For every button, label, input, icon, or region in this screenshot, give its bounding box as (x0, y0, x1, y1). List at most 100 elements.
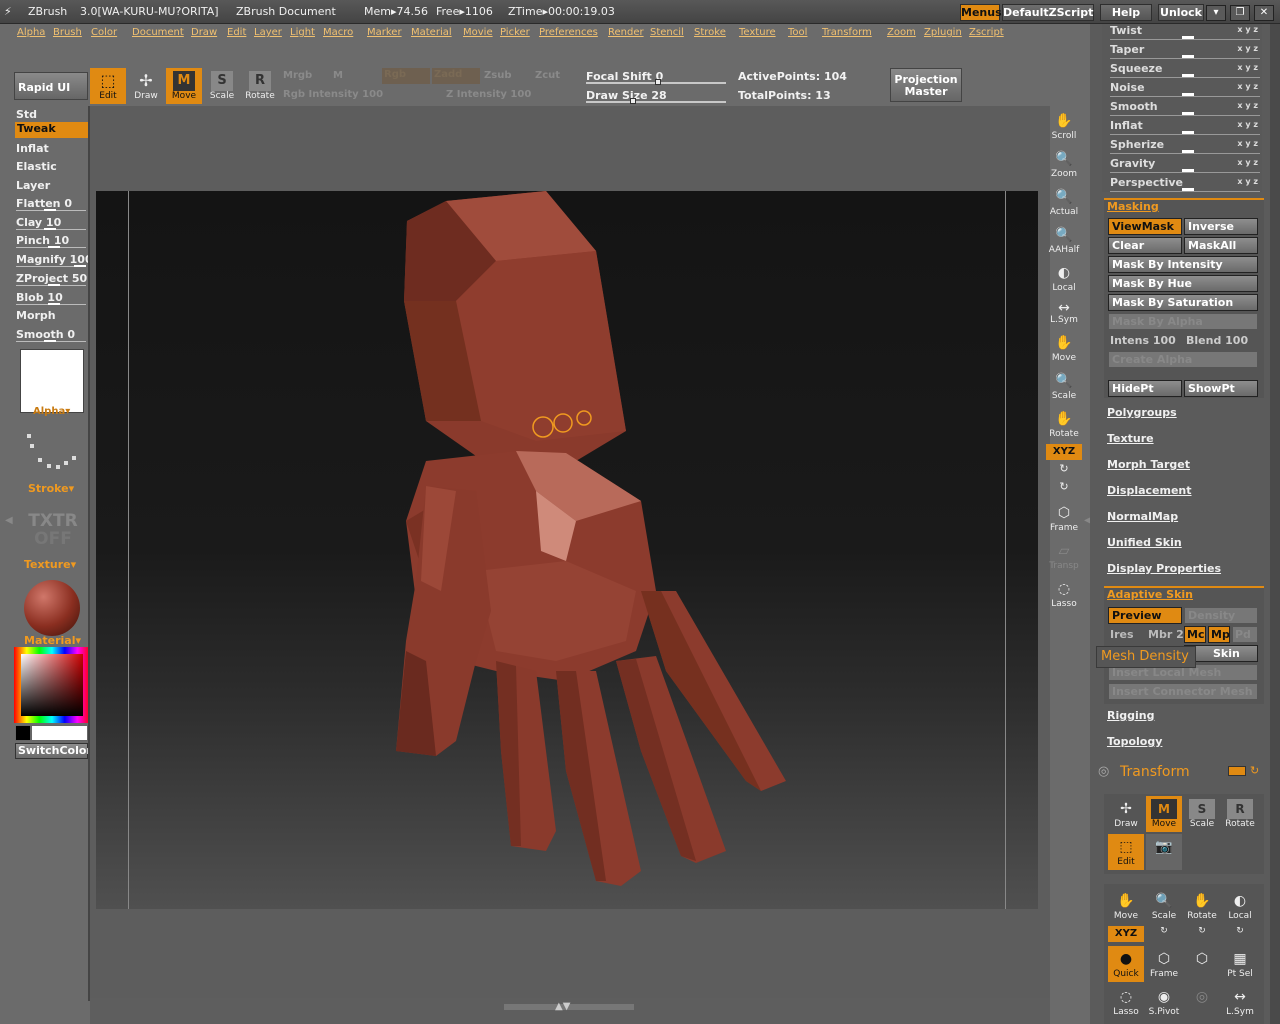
menu-edit[interactable]: Edit (227, 27, 246, 38)
brush-tweak[interactable]: Tweak (15, 122, 90, 138)
scale-mode-button[interactable]: S Scale (204, 68, 240, 104)
menu-render[interactable]: Render (608, 27, 644, 38)
magnify-knob[interactable] (74, 265, 86, 267)
viewmask-button[interactable]: ViewMask (1108, 218, 1182, 235)
material-menu-button[interactable]: Material▾ (24, 634, 81, 647)
tp-edit-button[interactable]: ⬚ Edit (1108, 834, 1144, 870)
brush-std[interactable]: Std (16, 108, 37, 121)
brush-inflat[interactable]: Inflat (16, 142, 49, 155)
section-morph-target[interactable]: Morph Target (1107, 458, 1190, 471)
frame-button[interactable]: ⬡ Frame (1046, 500, 1082, 536)
deform-perspective[interactable]: Perspective x y z (1110, 176, 1260, 192)
focal-shift-knob[interactable] (655, 79, 661, 85)
help-button[interactable]: Help (1100, 4, 1152, 21)
menu-material[interactable]: Material (411, 27, 452, 38)
mbr-slider[interactable]: Mbr 2 (1148, 628, 1184, 641)
deform-smooth[interactable]: Smooth x y z (1110, 100, 1260, 116)
menu-transform[interactable]: Transform (822, 27, 872, 38)
menu-alpha[interactable]: Alpha (17, 27, 45, 38)
m-button[interactable]: M (333, 70, 343, 81)
z-rotate-icon[interactable]: ↻ (1046, 480, 1082, 496)
rotate-mode-button[interactable]: R Rotate (242, 68, 278, 104)
zoom-button[interactable]: 🔍 Zoom (1046, 146, 1082, 182)
section-polygroups[interactable]: Polygroups (1107, 406, 1177, 419)
mask-by-intensity-button[interactable]: Mask By Intensity (1108, 256, 1258, 273)
menu-document[interactable]: Document (132, 27, 184, 38)
menus-button[interactable]: Menus (960, 4, 1002, 21)
default-zscript-button[interactable]: DefaultZScript (1002, 4, 1094, 21)
stroke-preview-icon[interactable] (24, 432, 80, 472)
brush-morph[interactable]: Morph (16, 309, 56, 322)
rapid-ui-button[interactable]: Rapid UI (14, 72, 88, 100)
actual-button[interactable]: 🔍 Actual (1046, 184, 1082, 220)
secondary-color-swatch[interactable] (15, 725, 31, 741)
texture-menu-button[interactable]: Texture▾ (24, 558, 76, 571)
rotate-view-button[interactable]: ✋ Rotate (1046, 406, 1082, 442)
mc-toggle[interactable]: Mc (1184, 626, 1206, 643)
menu-zscript[interactable]: Zscript (969, 27, 1004, 38)
mp-toggle[interactable]: Mp (1208, 626, 1230, 643)
hand-model[interactable] (96, 191, 1038, 909)
deform-twist[interactable]: Twist x y z (1110, 24, 1260, 40)
zcut-button[interactable]: Zcut (535, 70, 560, 81)
hide-point-button[interactable]: HidePt (1108, 380, 1182, 397)
tp-draw-button[interactable]: ✢ Draw (1108, 796, 1144, 832)
menu-marker[interactable]: Marker (367, 27, 402, 38)
menu-movie[interactable]: Movie (463, 27, 493, 38)
mask-blend-slider[interactable]: Blend 100 (1186, 334, 1248, 347)
tp-xyz-toggle[interactable]: XYZ (1108, 926, 1144, 942)
tp-z-icon[interactable]: ↻ (1184, 926, 1220, 942)
tp-y-icon[interactable]: ↻ (1146, 926, 1182, 942)
deform-squeeze[interactable]: Squeeze x y z (1110, 62, 1260, 78)
scale-view-button[interactable]: 🔍 Scale (1046, 368, 1082, 404)
primary-color-swatch[interactable] (31, 725, 88, 741)
color-picker[interactable] (14, 647, 90, 723)
move-mode-button[interactable]: M Move (166, 68, 202, 104)
move-view-button[interactable]: ✋ Move (1046, 330, 1082, 366)
section-topology[interactable]: Topology (1107, 735, 1162, 748)
section-texture[interactable]: Texture (1107, 432, 1154, 445)
document-canvas[interactable] (96, 191, 1038, 909)
color-square[interactable] (21, 654, 83, 716)
transform-palette-title[interactable]: Transform (1120, 764, 1190, 780)
alpha-preview[interactable] (20, 349, 84, 413)
brush-pinch[interactable]: Pinch 10 (16, 234, 69, 247)
minimize-icon[interactable]: ▾ (1206, 5, 1226, 21)
tp-quick-button[interactable]: ● Quick (1108, 946, 1144, 982)
menu-stencil[interactable]: Stencil (650, 27, 684, 38)
palette-menu-toggle[interactable] (1228, 766, 1246, 776)
mask-intensity-slider[interactable]: Intens 100 (1110, 334, 1176, 347)
unlock-button[interactable]: Unlock (1158, 4, 1204, 21)
tp-lasso-button[interactable]: ◌ Lasso (1108, 984, 1144, 1020)
zsub-button[interactable]: Zsub (484, 70, 511, 81)
local-button[interactable]: ◐ Local (1046, 260, 1082, 296)
deform-inflat[interactable]: Inflat x y z (1110, 119, 1260, 135)
masking-title[interactable]: Masking (1107, 200, 1159, 213)
deform-gravity[interactable]: Gravity x y z (1110, 157, 1260, 173)
lasso-button[interactable]: ◌ Lasso (1046, 576, 1082, 612)
adaptive-preview-button[interactable]: Preview (1108, 607, 1182, 624)
deform-taper[interactable]: Taper x y z (1110, 43, 1260, 59)
rgb-button[interactable]: Rgb (382, 68, 430, 84)
z-intensity-slider[interactable]: Z Intensity 100 (446, 89, 531, 100)
left-collapse-icon[interactable]: ◀ (5, 515, 13, 526)
palette-refresh-icon[interactable]: ↻ (1250, 764, 1259, 777)
menu-zoom[interactable]: Zoom (887, 27, 916, 38)
menu-draw[interactable]: Draw (191, 27, 217, 38)
tp-local-button[interactable]: ◐ Local (1222, 888, 1258, 924)
tp-ptsel-button[interactable]: ▦ Pt Sel (1222, 946, 1258, 982)
adaptive-skin-title[interactable]: Adaptive Skin (1107, 588, 1193, 601)
zproject-knob[interactable] (48, 284, 60, 286)
pinch-knob[interactable] (48, 246, 60, 248)
transp-button[interactable]: ▱ Transp (1046, 538, 1082, 574)
adaptive-density-slider[interactable]: Density (1184, 607, 1258, 624)
mask-by-saturation-button[interactable]: Mask By Saturation (1108, 294, 1258, 311)
menu-stroke[interactable]: Stroke (694, 27, 726, 38)
pd-toggle[interactable]: Pd (1232, 626, 1258, 643)
transform-palette-icon[interactable]: ◎ (1098, 764, 1109, 779)
section-displacement[interactable]: Displacement (1107, 484, 1192, 497)
rgb-intensity-slider[interactable]: Rgb Intensity 100 (283, 89, 383, 100)
projection-master-button[interactable]: Projection Master (890, 68, 962, 102)
menu-tool[interactable]: Tool (788, 27, 807, 38)
blob-knob[interactable] (48, 303, 60, 305)
